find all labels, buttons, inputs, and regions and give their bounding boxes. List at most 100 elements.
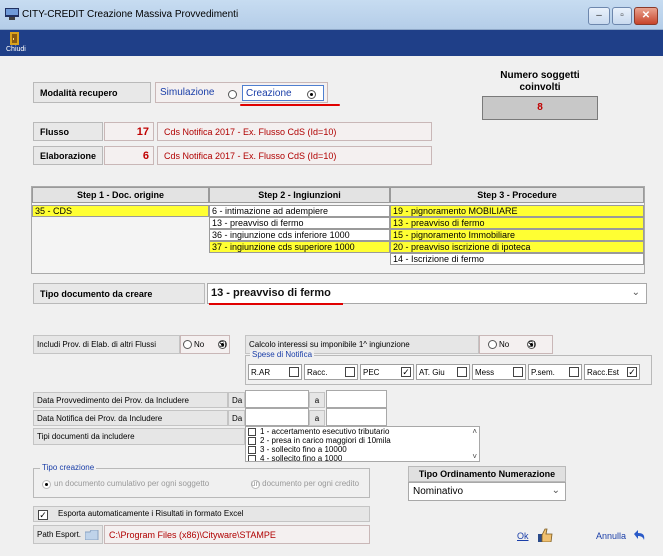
spese-checkbox[interactable] bbox=[513, 367, 523, 377]
step1-item[interactable]: 35 - CDS bbox=[32, 205, 209, 217]
spese-item-label: R.AR bbox=[251, 367, 271, 377]
tipi-doc-item[interactable]: 1 - accertamento esecutivo tributario bbox=[248, 427, 468, 436]
steps-grid: Step 1 - Doc. origine Step 2 - Ingiunzio… bbox=[31, 186, 645, 274]
includi-no-radio[interactable] bbox=[183, 340, 192, 350]
spese-item: AT. Giu bbox=[416, 364, 470, 380]
step2-list: 6 - intimazione ad adempiere 13 - preavvi… bbox=[209, 205, 390, 253]
elaborazione-value: 6 bbox=[142, 150, 149, 162]
exit-door-icon bbox=[10, 32, 19, 45]
flusso-label: Flusso bbox=[33, 122, 103, 141]
ok-button[interactable]: Ok bbox=[515, 527, 559, 545]
simulazione-label: Simulazione bbox=[160, 87, 215, 98]
spese-item: Racc. bbox=[304, 364, 358, 380]
spese-item-label: PEC bbox=[363, 367, 380, 377]
step2-item[interactable]: 6 - intimazione ad adempiere bbox=[209, 205, 390, 217]
tipi-doc-items: 1 - accertamento esecutivo tributario 2 -… bbox=[248, 427, 468, 462]
tipo-doc-select[interactable]: 13 - preavviso di fermo ⌄ bbox=[207, 283, 647, 304]
scroll-up-icon[interactable]: ˄ bbox=[472, 427, 477, 436]
step3-item[interactable]: 13 - preavviso di fermo bbox=[390, 217, 644, 229]
step3-item[interactable]: 20 - preavviso iscrizione di ipoteca bbox=[390, 241, 644, 253]
step2-item[interactable]: 13 - preavviso di fermo bbox=[209, 217, 390, 229]
tipi-doc-list[interactable]: 1 - accertamento esecutivo tributario 2 -… bbox=[245, 426, 480, 462]
tipi-doc-checkbox[interactable] bbox=[248, 427, 256, 436]
chiudi-label: Chiudi bbox=[6, 46, 26, 53]
scroll-down-icon[interactable]: ˅ bbox=[472, 452, 477, 461]
flusso-value-box: 17 bbox=[104, 122, 154, 141]
cumulativo-radio[interactable] bbox=[42, 480, 51, 490]
folder-icon[interactable] bbox=[85, 529, 99, 540]
tipi-doc-item[interactable]: 4 - sollecito fino a 1000 bbox=[248, 454, 468, 462]
toolbar: Chiudi bbox=[0, 30, 663, 56]
step2-item[interactable]: 36 - ingiunzione cds inferiore 1000 bbox=[209, 229, 390, 241]
thumbs-up-icon bbox=[538, 528, 553, 542]
step2-header: Step 2 - Ingiunzioni bbox=[209, 187, 390, 203]
title-bar: CITY-CREDIT Creazione Massiva Provvedime… bbox=[0, 0, 663, 30]
tipi-doc-item[interactable]: 3 - sollecito fino a 10000 bbox=[248, 445, 468, 454]
tipi-doc-label: 4 - sollecito fino a 1000 bbox=[260, 454, 343, 462]
close-window-button[interactable]: ✕ bbox=[634, 7, 658, 25]
tipi-doc-checkbox[interactable] bbox=[248, 445, 256, 454]
spese-group: Spese di Notifica R.AR Racc. PEC ✓ AT. Giu Me… bbox=[245, 350, 652, 385]
data-notif-a-label: a bbox=[309, 410, 325, 426]
step2-item[interactable]: 37 - ingiunzione cds superiore 1000 bbox=[209, 241, 390, 253]
annulla-button[interactable]: Annulla bbox=[590, 527, 650, 545]
calcolo-no-label: No bbox=[499, 340, 510, 349]
spese-items: R.AR Racc. PEC ✓ AT. Giu Mess P.sem. Racc.Est ✓ bbox=[248, 364, 650, 380]
spese-legend: Spese di Notifica bbox=[250, 350, 315, 359]
spese-checkbox[interactable] bbox=[289, 367, 299, 377]
step3-item[interactable]: 15 - pignoramento Immobiliare bbox=[390, 229, 644, 241]
tipo-doc-label: Tipo documento da creare bbox=[33, 283, 205, 304]
numero-soggetti-value: 8 bbox=[482, 96, 598, 120]
esporta-label: Esporta automaticamente i Risultati in f… bbox=[58, 509, 244, 518]
path-value: C:\Program Files (x86)\Cityware\STAMPE bbox=[109, 530, 276, 540]
includi-label: Includi Prov. di Elab. di altri Flussi bbox=[33, 335, 180, 354]
spese-checkbox[interactable]: ✓ bbox=[401, 367, 411, 377]
includi-no-label: No bbox=[194, 340, 205, 349]
esporta-row: ✓ Esporta automaticamente i Risultati in… bbox=[33, 506, 370, 522]
spese-item: P.sem. bbox=[528, 364, 582, 380]
data-notif-da-input[interactable] bbox=[245, 408, 309, 426]
spese-checkbox[interactable] bbox=[345, 367, 355, 377]
data-prov-a-input[interactable] bbox=[326, 390, 387, 408]
ordinamento-select[interactable]: Nominativo ⌄ bbox=[408, 482, 566, 501]
spese-item-label: Mess bbox=[475, 367, 495, 377]
creazione-option[interactable]: Creazione bbox=[242, 85, 324, 101]
tipi-doc-checkbox[interactable] bbox=[248, 454, 256, 461]
data-notif-a-input[interactable] bbox=[326, 408, 387, 426]
tipi-doc-checkbox[interactable] bbox=[248, 436, 256, 445]
modalita-label: Modalità recupero bbox=[33, 82, 151, 103]
data-prov-da-label: Da bbox=[228, 392, 245, 408]
includi-si-label: Si bbox=[219, 340, 227, 349]
tipo-doc-underline bbox=[209, 303, 343, 305]
chiudi-button[interactable]: Chiudi bbox=[6, 32, 28, 54]
window-title: CITY-CREDIT Creazione Massiva Provvedime… bbox=[22, 9, 239, 20]
tipo-creazione-group: Tipo creazione un documento cumulativo p… bbox=[33, 463, 370, 498]
spese-checkbox[interactable]: ✓ bbox=[627, 367, 637, 377]
spese-item: Racc.Est ✓ bbox=[584, 364, 640, 380]
simulazione-radio[interactable] bbox=[228, 90, 237, 100]
spese-checkbox[interactable] bbox=[457, 367, 467, 377]
undo-arrow-icon bbox=[634, 530, 645, 540]
data-prov-da-input[interactable] bbox=[245, 390, 309, 408]
annulla-label: Annulla bbox=[596, 531, 627, 541]
path-value-box[interactable]: C:\Program Files (x86)\Cityware\STAMPE bbox=[104, 525, 370, 544]
spese-item-label: P.sem. bbox=[531, 367, 555, 377]
calcolo-no-radio[interactable] bbox=[488, 340, 497, 350]
elaborazione-desc-box: Cds Notifica 2017 - Ex. Flusso CdS (Id=1… bbox=[157, 146, 432, 165]
esporta-checkbox[interactable]: ✓ bbox=[38, 509, 48, 520]
step3-item[interactable]: 14 - Iscrizione di fermo bbox=[390, 253, 644, 265]
tipi-doc-label: Tipi documenti da includere bbox=[33, 428, 245, 445]
minimize-button[interactable]: – bbox=[588, 7, 610, 25]
maximize-button[interactable]: ▫ bbox=[612, 7, 632, 25]
step3-item[interactable]: 19 - pignoramento MOBILIARE bbox=[390, 205, 644, 217]
creazione-radio[interactable] bbox=[307, 90, 316, 100]
creazione-label: Creazione bbox=[246, 88, 292, 99]
spese-checkbox[interactable] bbox=[569, 367, 579, 377]
data-notif-label: Data Notifica dei Prov. da Includere bbox=[33, 410, 228, 426]
tipi-doc-label: 3 - sollecito fino a 10000 bbox=[260, 445, 347, 454]
tipi-doc-item[interactable]: 2 - presa in carico maggiori di 10mila bbox=[248, 436, 468, 445]
data-notif-da-label: Da bbox=[228, 410, 245, 426]
cumulativo-label: un documento cumulativo per ogni soggett… bbox=[54, 479, 210, 488]
path-label-text: Path Esport. bbox=[37, 530, 82, 539]
tipi-doc-label: 1 - accertamento esecutivo tributario bbox=[260, 427, 390, 436]
